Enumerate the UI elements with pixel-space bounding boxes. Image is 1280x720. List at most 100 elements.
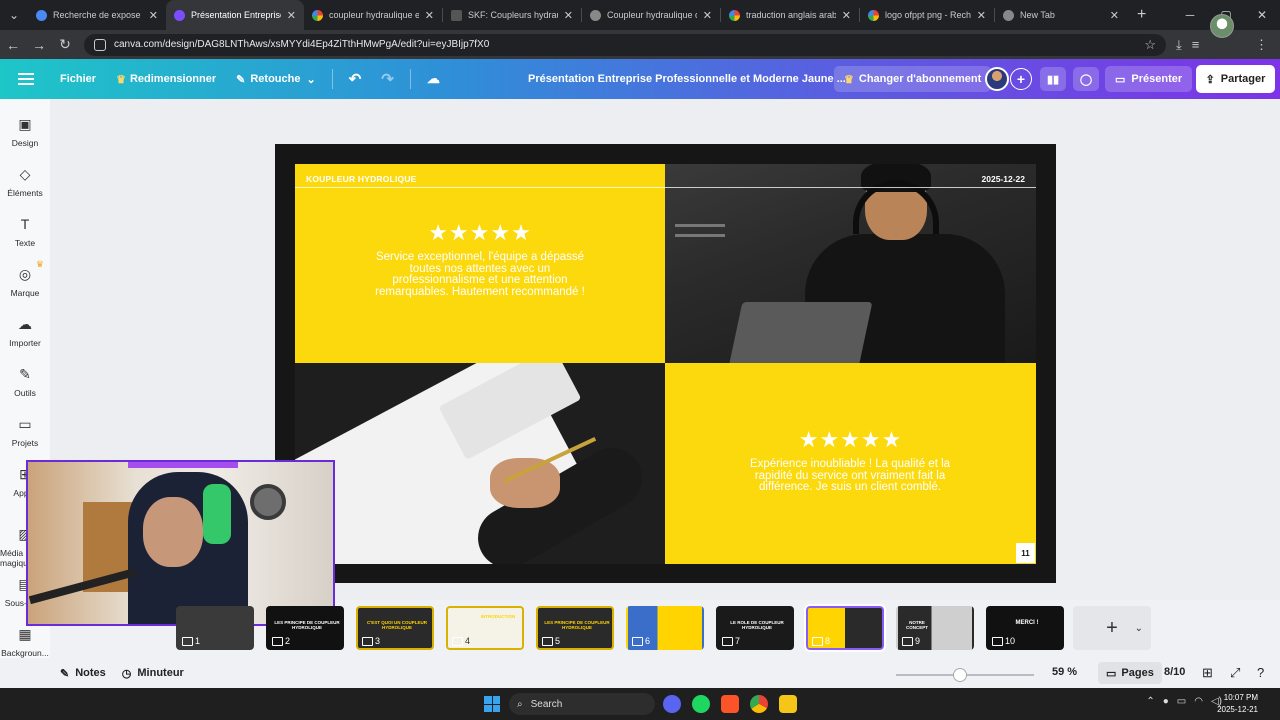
page-thumbnail[interactable]: LES PRINCIPE DE COUPLEUR HYDROLIQUE 2 <box>266 606 344 650</box>
redo-icon[interactable]: ↷ <box>371 59 404 99</box>
pages-button[interactable]: ▭ Pages <box>1098 662 1162 684</box>
url-field[interactable]: canva.com/design/DAG8LNThAws/xsMYYdi4Ep4… <box>84 33 1166 56</box>
photo-man-laptop[interactable] <box>665 164 1036 363</box>
user-avatar[interactable] <box>985 67 1009 91</box>
slide-label[interactable]: KOUPLEUR HYDROLIQUE <box>306 174 417 184</box>
share-button[interactable]: ⇪ Partager <box>1196 65 1275 93</box>
new-tab-icon[interactable]: + <box>1127 6 1156 24</box>
close-window-icon[interactable]: ✕ <box>1244 8 1280 22</box>
insights-chart-icon[interactable]: ▮▮ <box>1040 67 1066 91</box>
page-thumbnail[interactable]: 1 <box>176 606 254 650</box>
sidebar-item-brand[interactable]: ♛ ◎ Marque <box>0 259 50 298</box>
discord-icon[interactable] <box>663 695 681 713</box>
menu-icon[interactable] <box>18 73 34 85</box>
close-tab-icon[interactable]: ✕ <box>149 9 158 22</box>
sidebar-item-elements[interactable]: ◇ Éléments <box>0 165 50 199</box>
close-tab-icon[interactable]: ✕ <box>977 9 986 22</box>
sidebar-item-text[interactable]: T Texte <box>0 215 50 248</box>
add-page-button[interactable]: + ⌄ <box>1073 606 1151 650</box>
close-tab-icon[interactable]: ✕ <box>703 9 712 22</box>
minimize-icon[interactable]: ─ <box>1172 8 1208 22</box>
browser-tab-active[interactable]: Présentation Entreprise ✕ <box>166 0 304 30</box>
laptop <box>727 302 873 363</box>
brave-icon[interactable] <box>721 695 739 713</box>
page-thumbnail[interactable]: INTRODUCTION 4 <box>446 606 524 650</box>
file-explorer-icon[interactable] <box>779 695 797 713</box>
photo-notebook-writing[interactable] <box>295 363 665 564</box>
close-tab-icon[interactable]: ✕ <box>842 9 851 22</box>
yellow-panel-bottom[interactable]: ★★★★★ Expérience inoubliable ! La qualit… <box>665 363 1036 564</box>
sidebar-item-tools[interactable]: ✎ Outils <box>0 365 50 399</box>
slide-date[interactable]: 2025-12-22 <box>982 174 1025 184</box>
file-menu-button[interactable]: Fichier <box>50 59 106 99</box>
sidebar-item-projects[interactable]: ▭ Projets <box>0 415 50 449</box>
back-icon[interactable]: ← <box>0 37 26 53</box>
wifi-icon[interactable]: ◠ <box>1194 696 1203 707</box>
spotify-icon[interactable] <box>692 695 710 713</box>
browser-tab[interactable]: coupleur hydraulique e ✕ <box>304 0 442 30</box>
google-icon <box>312 9 323 21</box>
sidebar-item-upload[interactable]: ☁ Importer <box>0 315 50 349</box>
browser-tab[interactable]: New Tab ✕ <box>995 0 1127 30</box>
display-icon[interactable]: ▭ <box>1177 696 1186 707</box>
slide-canvas[interactable]: ★★★★★ Service exceptionnel, l'équipe a d… <box>295 164 1036 564</box>
browser-tab[interactable]: SKF: Coupleurs hydrauli ✕ <box>443 0 581 30</box>
grid-view-icon[interactable]: ⊞ <box>1202 665 1213 681</box>
chevron-down-icon[interactable]: ⌄ <box>1135 623 1143 634</box>
page-thumbnail[interactable]: NOTRE CONCEPT 9 <box>896 606 974 650</box>
system-clock[interactable]: 10:07 PM 2025-12-21 <box>1217 692 1258 716</box>
add-collaborator-icon[interactable]: + <box>1010 68 1032 90</box>
comment-icon[interactable]: ◯ <box>1073 67 1099 91</box>
present-button[interactable]: ▭ Présenter <box>1105 66 1193 92</box>
shelf <box>675 224 725 227</box>
cloud-saved-icon[interactable]: ☁ <box>417 59 450 99</box>
browser-tab[interactable]: Coupleur hydraulique d ✕ <box>582 0 720 30</box>
sidebar-item-design[interactable]: ▣ Design <box>0 115 50 149</box>
edit-mode-button[interactable]: ✎ Retouche ⌄ <box>226 59 326 99</box>
page-thumbnail[interactable]: 6 <box>626 606 704 650</box>
forward-icon[interactable]: → <box>26 37 52 53</box>
close-tab-icon[interactable]: ✕ <box>1110 9 1119 22</box>
page-thumbnail[interactable]: LE ROLE DE COUPLEUR HYDROLIQUE 7 <box>716 606 794 650</box>
zoom-slider-handle[interactable] <box>953 668 967 682</box>
download-icon[interactable]: ⤓ <box>1176 37 1182 53</box>
page-thumbnail[interactable]: C'EST QUOI UN COUPLEUR HYDROLIQUE 3 <box>356 606 434 650</box>
site-info-icon[interactable] <box>94 38 106 51</box>
close-tab-icon[interactable]: ✕ <box>564 9 573 22</box>
help-icon[interactable]: ? <box>1257 665 1264 680</box>
close-tab-icon[interactable]: ✕ <box>287 9 296 22</box>
page-counter: 8/10 <box>1164 666 1186 678</box>
document-title[interactable]: Présentation Entreprise Professionnelle … <box>528 59 846 99</box>
zoom-value[interactable]: 59 % <box>1052 666 1077 678</box>
page-thumbnail[interactable]: MERCI ! 10 <box>986 606 1064 650</box>
windows-start-icon[interactable] <box>484 696 500 712</box>
fullscreen-icon[interactable]: ⤢ <box>1230 665 1240 681</box>
browser-menu-icon[interactable]: ⋮ <box>1255 37 1268 53</box>
close-tab-icon[interactable]: ✕ <box>425 9 434 22</box>
browser-tab[interactable]: logo ofppt png - Reche ✕ <box>860 0 994 30</box>
notes-button[interactable]: ✎ Notes <box>52 667 114 680</box>
tab-search-icon[interactable]: ⌄ <box>0 0 28 30</box>
chrome-taskbar-icon[interactable] <box>750 695 768 713</box>
bookmark-star-icon[interactable]: ☆ <box>1144 37 1156 53</box>
tab-title: SKF: Coupleurs hydrauli <box>468 10 558 20</box>
reload-icon[interactable]: ↻ <box>52 36 78 53</box>
page-thumbnail[interactable]: LES PRINCIPE DE COUPLEUR HYDROLIQUE 5 <box>536 606 614 650</box>
yellow-panel-top[interactable]: ★★★★★ Service exceptionnel, l'équipe a d… <box>295 164 665 363</box>
extensions-icon[interactable]: ≡ <box>1192 37 1200 53</box>
taskbar-search[interactable]: ⌕ Search <box>509 693 655 715</box>
review-text[interactable]: Expérience inoubliable ! La qualité et l… <box>730 458 970 494</box>
undo-icon[interactable]: ↶ <box>339 59 372 99</box>
browser-tab[interactable]: traduction anglais arab ✕ <box>721 0 859 30</box>
page-thumbnail-active[interactable]: 8 <box>804 604 886 652</box>
review-text[interactable]: Service exceptionnel, l'équipe a dépassé… <box>365 251 595 298</box>
browser-tab[interactable]: Recherche de expose p ✕ <box>28 0 166 30</box>
share-icon: ⇪ <box>1205 73 1215 86</box>
profile-avatar[interactable] <box>1210 14 1234 38</box>
upgrade-button[interactable]: ♛ Changer d'abonnement <box>834 66 992 92</box>
tray-chevron-icon[interactable]: ⌃ <box>1146 696 1154 707</box>
thumbnail-text: NOTRE CONCEPT <box>905 620 928 630</box>
microphone-icon[interactable]: ● <box>1163 696 1169 707</box>
resize-button[interactable]: ♛ Redimensionner <box>106 59 226 99</box>
timer-button[interactable]: ◷ Minuteur <box>114 667 192 680</box>
